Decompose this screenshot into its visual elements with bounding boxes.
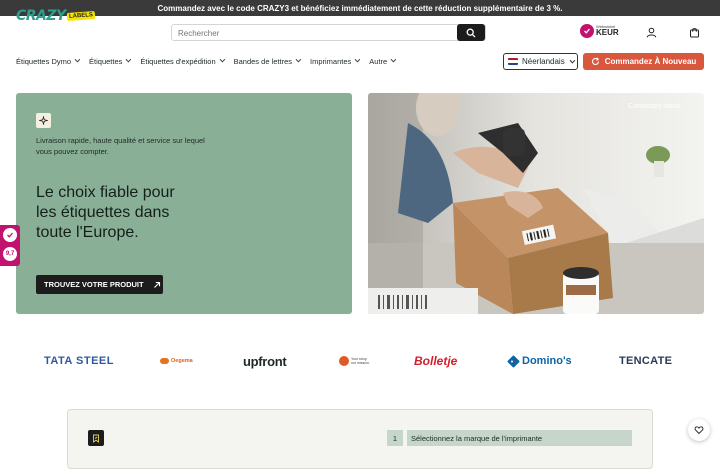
nav-label: Étiquettes Dymo [16, 56, 72, 66]
find-product-button[interactable]: TROUVEZ VOTRE PRODUIT [36, 275, 163, 294]
hero-tagline: Livraison rapide, haute qualité et servi… [36, 136, 205, 156]
warehouse-scanner-photo [368, 93, 704, 314]
nav-label: Imprimantes [310, 56, 352, 66]
chevron-down-icon [354, 56, 361, 63]
cart-button[interactable] [687, 25, 701, 39]
rating-score: 9,7 [3, 247, 17, 261]
brand-name: upfront [243, 353, 287, 369]
bookmark-icon [88, 430, 104, 446]
brand-name: TATA STEEL [44, 355, 114, 367]
oegema-mark-icon [160, 358, 169, 364]
brand-logos-strip: TATA STEEL Oegema upfront Your story, ou… [0, 346, 720, 376]
language-select[interactable]: Néerlandais [503, 53, 578, 70]
logo-wordmark: CRAZY [16, 8, 66, 24]
shopping-bag-icon [689, 27, 699, 37]
search-icon [466, 28, 476, 37]
brand-name: TENCATE [619, 355, 673, 367]
language-label: Néerlandais [522, 57, 565, 66]
logo-badge: LABELS [66, 11, 95, 21]
keur-check-icon [580, 24, 594, 38]
refresh-icon [591, 57, 599, 65]
heart-chat-icon [694, 426, 704, 435]
brand-name: Your story, our mission. [351, 357, 370, 365]
sparkle-icon [36, 113, 51, 128]
chevron-down-icon [295, 56, 302, 63]
reorder-label: Commandez À Nouveau [604, 57, 697, 66]
hero-headline: Le choix fiable pour les étiquettes dans… [36, 184, 175, 241]
rating-badge[interactable]: 9,7 [0, 225, 20, 266]
brand-logo-story: Your story, our mission. [339, 346, 371, 376]
main-nav: Étiquettes Dymo Étiquettes Étiquettes d'… [16, 53, 405, 69]
promo-bar: Commandez avec le code CRAZY3 et bénéfic… [0, 0, 720, 16]
brand-name: Oegema [171, 358, 193, 364]
keur-big-text: KEUR [596, 28, 619, 37]
contact-link[interactable]: Contactez-nous [628, 101, 681, 110]
dominos-tile-icon [507, 355, 520, 367]
webwinkel-keur-badge[interactable]: Webwinkel KEUR [580, 24, 619, 38]
brand-logo-dominos: Domino's [507, 346, 572, 376]
nav-label: Autre [369, 56, 388, 66]
netherlands-flag-icon [508, 58, 518, 65]
keur-check-icon [3, 228, 17, 242]
nav-item-printers[interactable]: Imprimantes [310, 56, 361, 66]
search-button[interactable] [457, 24, 485, 41]
brand-logo-upfront: upfront [243, 346, 287, 376]
brand-logo-oegema: Oegema [160, 346, 193, 376]
chevron-down-icon [569, 57, 575, 63]
chat-button[interactable] [688, 419, 710, 441]
hero-photo [368, 93, 704, 314]
user-icon [646, 27, 656, 37]
crazy-labels-logo[interactable]: CRAZY LABELS [16, 8, 95, 24]
cta-label: TROUVEZ VOTRE PRODUIT [44, 280, 144, 289]
nav-label: Étiquettes [89, 56, 123, 66]
brand-name: Bolletje [414, 354, 458, 368]
nav-item-letter-tapes[interactable]: Bandes de lettres [233, 56, 302, 66]
brand-logo-tata-steel: TATA STEEL [44, 346, 114, 376]
chevron-down-icon [219, 56, 225, 63]
reorder-button[interactable]: Commandez À Nouveau [583, 53, 704, 70]
brand-logo-bolletje: Bolletje [414, 346, 457, 376]
chevron-down-icon [74, 56, 81, 63]
chevron-down-icon [125, 56, 132, 63]
hero-panel: Livraison rapide, haute qualité et servi… [16, 93, 352, 314]
nav-item-other[interactable]: Autre [369, 56, 397, 66]
account-button[interactable] [644, 25, 658, 39]
arrow-up-right-icon [153, 281, 160, 288]
nav-item-dymo-labels[interactable]: Étiquettes Dymo [16, 56, 81, 66]
search-input[interactable] [178, 26, 448, 40]
nav-item-labels[interactable]: Étiquettes [89, 56, 132, 66]
nav-item-shipping-labels[interactable]: Étiquettes d'expédition [140, 56, 225, 66]
brand-name: Domino's [522, 355, 572, 367]
nav-label: Étiquettes d'expédition [140, 56, 216, 66]
promo-text: Commandez avec le code CRAZY3 et bénéfic… [157, 3, 563, 13]
story-badge-icon [339, 356, 349, 366]
search-bar [171, 24, 486, 41]
step-select-printer-brand[interactable]: Sélectionnez la marque de l'imprimante [407, 430, 632, 446]
nav-label: Bandes de lettres [233, 56, 292, 66]
brand-logo-tencate: TENCATE [619, 346, 672, 376]
step-number: 1 [387, 430, 403, 446]
chevron-down-icon [390, 56, 397, 63]
